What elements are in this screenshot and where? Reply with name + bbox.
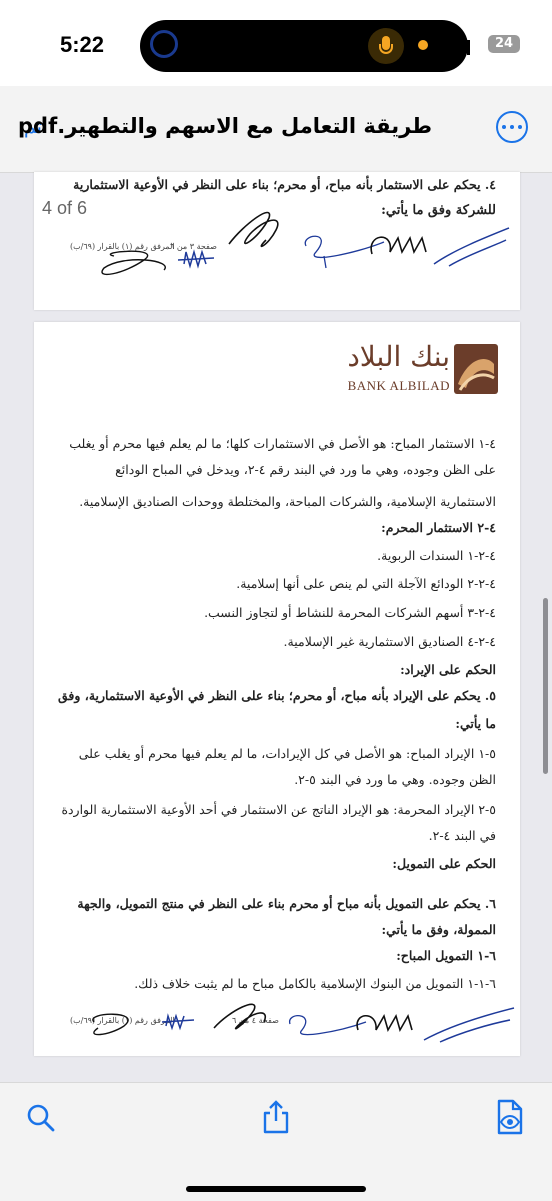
page4-text-line: في البند ٤-٢.: [428, 828, 496, 843]
page4-text-line: الحكم على التمويل:: [392, 856, 496, 871]
page4-text-line: ٤-٢-٤ الصناديق الاستثمارية غير الإسلامية…: [283, 634, 496, 649]
microphone-icon: [368, 28, 404, 64]
home-indicator: [186, 1186, 366, 1192]
page3-text-line: ٤. يحكم على الاستثمار بأنه مباح، أو محرم…: [73, 177, 496, 192]
page4-text-line: ٦. يحكم على التمويل بأنه مباح أو محرم بن…: [77, 896, 496, 911]
page4-text-line: الحكم على الإيراد:: [400, 662, 496, 677]
logo-arabic-text: بنك البلاد: [347, 340, 450, 373]
signatures-image: [92, 1003, 515, 1043]
signatures-image: [101, 211, 510, 276]
page4-text-line: ٥-٢ الإيراد المحرمة: هو الإيراد الناتج ع…: [61, 802, 496, 817]
status-bar: 5:22 24: [0, 0, 552, 86]
page4-text-line: ما يأتي:: [455, 716, 496, 731]
dynamic-island: [140, 20, 468, 72]
scroll-indicator[interactable]: [543, 598, 548, 774]
logo-english-text: BANK ALBILAD: [347, 378, 450, 393]
recording-dot-icon: [418, 40, 428, 50]
page4-text-line: ٤-٢-٢ الودائع الآجلة التي لم ينص على أنه…: [236, 576, 496, 591]
document-header: تم طريقة التعامل مع الاسهم والتطهير.pdf: [0, 86, 552, 173]
battery-indicator: 24: [488, 35, 520, 53]
page4-text-line: ٦-١ التمويل المباح:: [396, 948, 496, 963]
activity-ring-icon: [150, 30, 178, 58]
page4-text-line: ٤-٢-١ السندات الربوية.: [377, 548, 496, 563]
page4-text-line: ٤-٢ الاستثمار المحرم:: [381, 520, 496, 535]
page4-text-line: ٦-١-١ التمويل من البنوك الإسلامية بالكام…: [134, 976, 496, 991]
pdf-page-3: ٤. يحكم على الاستثمار بأنه مباح، أو محرم…: [34, 172, 520, 310]
share-icon[interactable]: [260, 1099, 292, 1135]
page4-text-line: ٤-٢-٣ أسهم الشركات المحرمة للنشاط أو لتج…: [204, 605, 496, 620]
page4-text-line: الممولة، وفق ما يأتي:: [381, 922, 496, 937]
bank-albilad-logo: بنك البلاد BANK ALBILAD: [322, 340, 502, 400]
bottom-toolbar: [0, 1082, 552, 1201]
page4-text-line: ٥-١ الإيراد المباح: هو الأصل في كل الإير…: [78, 746, 496, 761]
document-title: طريقة التعامل مع الاسهم والتطهير.pdf: [18, 114, 432, 138]
page4-text-line: الظن وجوده. وهي ما ورد في البند ٥-٢.: [294, 772, 496, 787]
magnifier-icon[interactable]: [26, 1103, 56, 1133]
document-eye-icon[interactable]: [494, 1099, 526, 1135]
page4-text-line: على الظن وجوده، وهي ما ورد في البند رقم …: [115, 462, 496, 477]
status-time: 5:22: [60, 32, 105, 57]
page4-text-line: ٥. يحكم على الإيراد بأنه مباح، أو محرم؛ …: [58, 688, 496, 703]
page4-text-line: ٤-١ الاستثمار المباح: هو الأصل في الاستث…: [69, 436, 496, 451]
logo-mark-icon: [454, 344, 498, 394]
page4-text-line: الاستثمارية الإسلامية، والشركات المباحة،…: [79, 494, 496, 509]
pdf-page-4: بنك البلاد BANK ALBILAD ٤-١ الاستثمار ال…: [34, 322, 520, 1056]
cellular-signal-icon: [452, 36, 472, 55]
more-options-icon[interactable]: [496, 111, 528, 143]
